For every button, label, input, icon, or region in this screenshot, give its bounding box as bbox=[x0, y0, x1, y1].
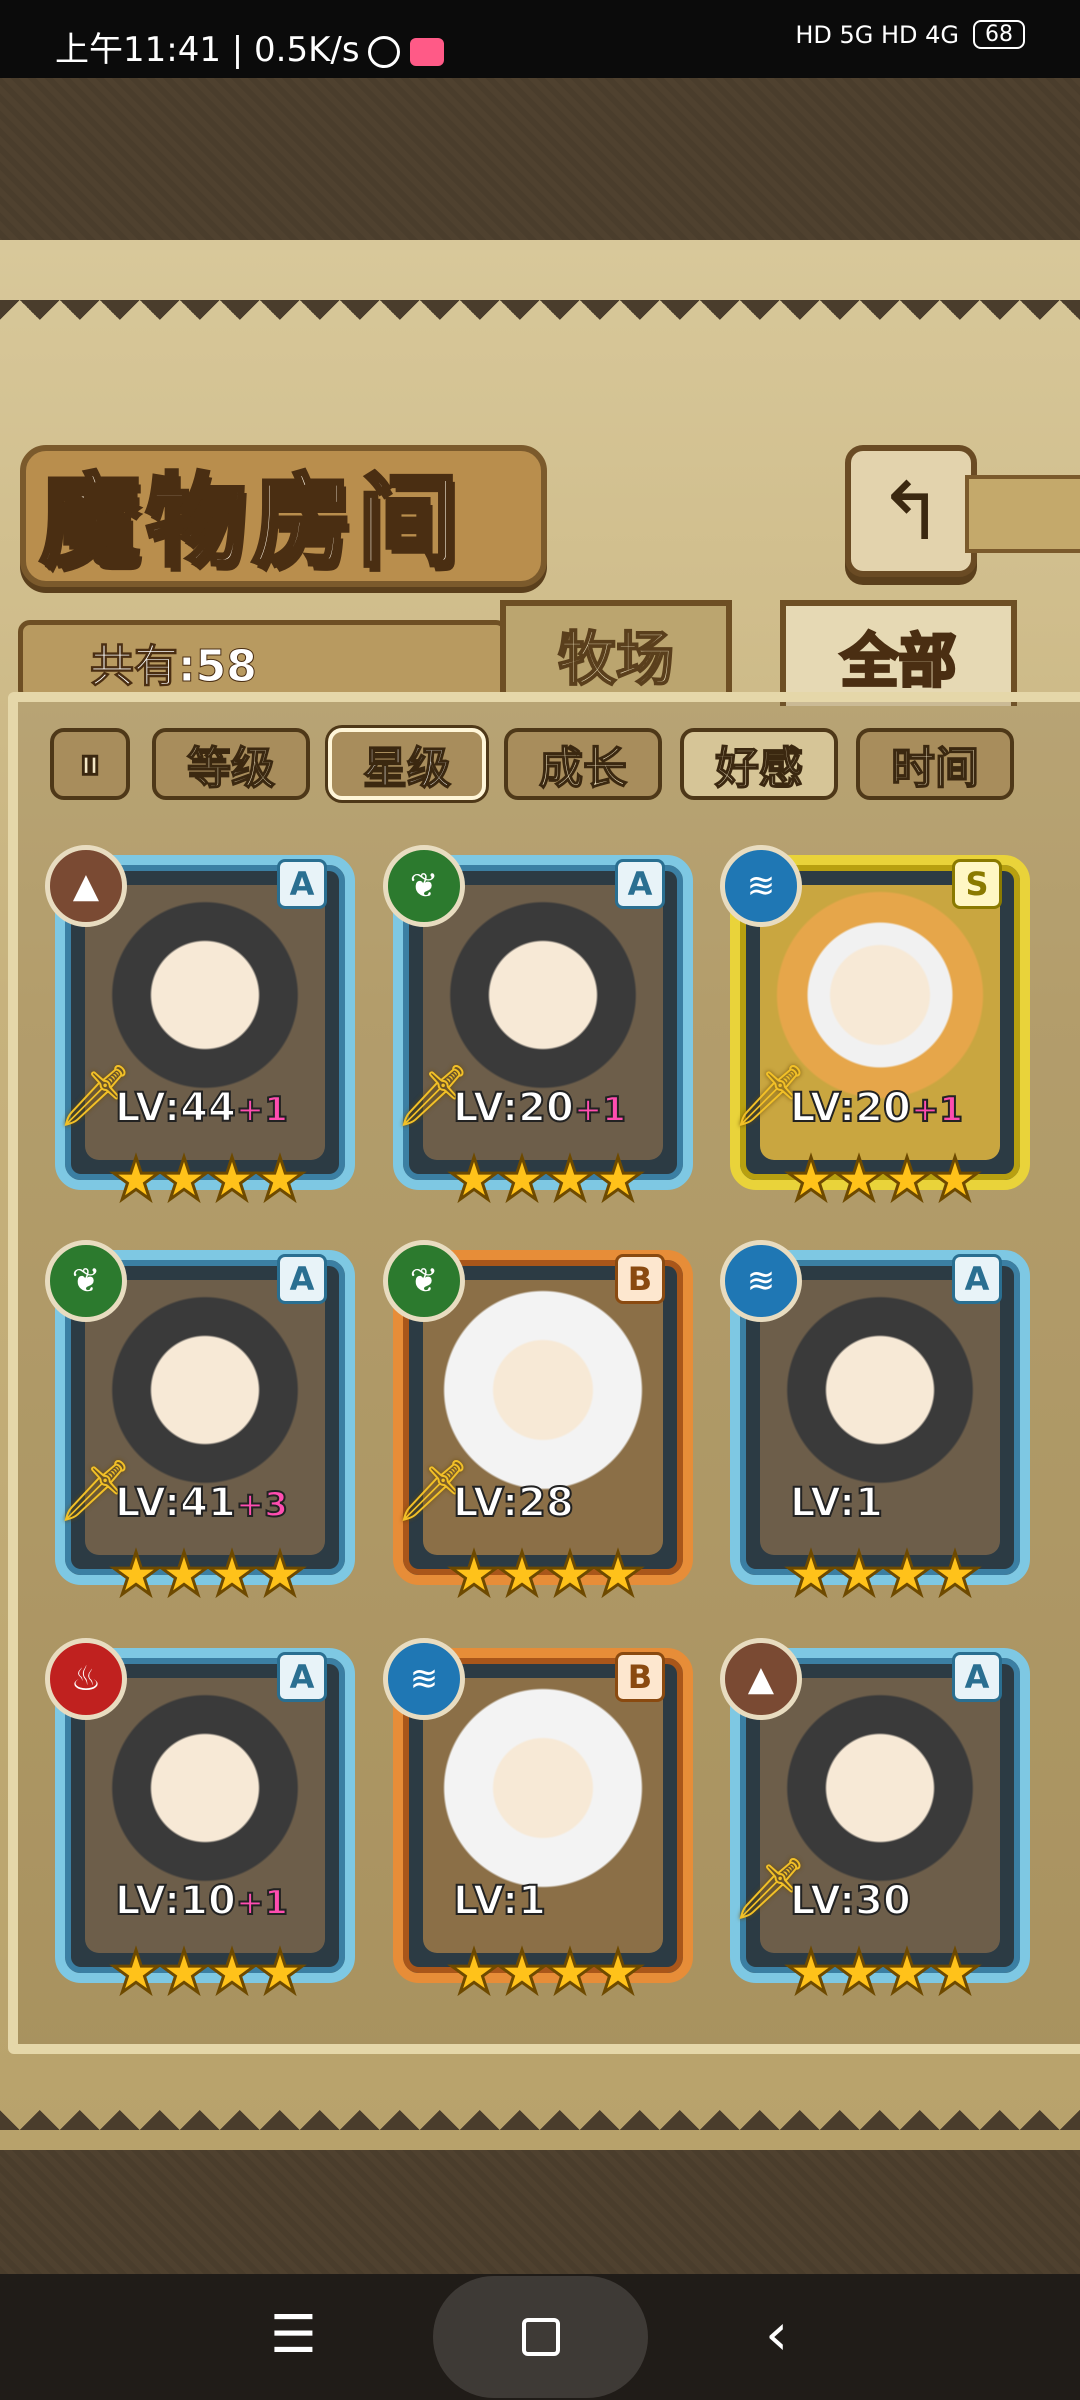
grade-badge: A bbox=[952, 1254, 1002, 1304]
level-label: LV:10+1 bbox=[114, 1877, 289, 1925]
grade-badge: B bbox=[615, 1254, 665, 1304]
water-element-icon: ≋ bbox=[383, 1638, 465, 1720]
level-label: LV:20+1 bbox=[789, 1084, 964, 1132]
level-bonus: +1 bbox=[573, 1089, 627, 1131]
monster-card[interactable]: ❦ A 🗡 LV:41+3 ★★★★ bbox=[45, 1240, 355, 1610]
level-label: LV:1 bbox=[452, 1877, 547, 1925]
status-time: 上午11:41 | 0.5K/s bbox=[55, 22, 444, 71]
page-title: 魔物房间 bbox=[38, 461, 464, 582]
star-rating: ★★★★ bbox=[784, 1937, 983, 2008]
filter-star[interactable]: 星级 bbox=[328, 728, 486, 800]
level-label: LV:20+1 bbox=[452, 1084, 627, 1132]
monster-card[interactable]: ♨ A LV:10+1 ★★★★ bbox=[45, 1638, 355, 2008]
battery-indicator: 68 bbox=[973, 20, 1025, 49]
fire-element-icon: ♨ bbox=[45, 1638, 127, 1720]
level-bonus: +1 bbox=[235, 1882, 289, 1924]
grade-badge: A bbox=[277, 1652, 327, 1702]
top-torn-edge bbox=[0, 300, 1080, 340]
monster-card[interactable]: ≋ B LV:1 ★★★★ bbox=[383, 1638, 693, 2008]
monster-count: 共有:58 bbox=[90, 641, 258, 693]
monster-card[interactable]: ❦ B 🗡 LV:28 ★★★★ bbox=[383, 1240, 693, 1610]
star-rating: ★★★★ bbox=[447, 1144, 646, 1215]
tab-all[interactable]: 全部 bbox=[780, 600, 1017, 706]
star-rating: ★★★★ bbox=[447, 1937, 646, 2008]
grade-badge: B bbox=[615, 1652, 665, 1702]
level-bonus: +1 bbox=[910, 1089, 964, 1131]
monster-card[interactable]: ≋ A LV:1 ★★★★ bbox=[720, 1240, 1030, 1610]
level-label: LV:30 bbox=[789, 1877, 912, 1925]
water-element-icon: ≋ bbox=[720, 1240, 802, 1322]
grade-badge: A bbox=[952, 1652, 1002, 1702]
star-rating: ★★★★ bbox=[784, 1144, 983, 1215]
filter-affection[interactable]: 好感 bbox=[680, 728, 838, 800]
network-indicator: HD 5G HD 4G bbox=[795, 20, 959, 49]
grade-badge: S bbox=[952, 859, 1002, 909]
grass-element-icon: ❦ bbox=[383, 1240, 465, 1322]
star-rating: ★★★★ bbox=[109, 1937, 308, 2008]
earth-element-icon: ▲ bbox=[45, 845, 127, 927]
water-element-icon: ≋ bbox=[720, 845, 802, 927]
filter-growth[interactable]: 成长 bbox=[504, 728, 662, 800]
star-rating: ★★★★ bbox=[447, 1539, 646, 1610]
monster-card[interactable]: ≋ S 🗡 LV:20+1 ★★★★ bbox=[720, 845, 1030, 1215]
grade-badge: A bbox=[277, 1254, 327, 1304]
filter-level[interactable]: 等级 bbox=[152, 728, 310, 800]
tab-ranch[interactable]: 牧场 bbox=[500, 600, 732, 701]
status-right: HD 5G HD 4G 68 bbox=[795, 20, 1025, 49]
status-bar: 上午11:41 | 0.5K/s HD 5G HD 4G 68 bbox=[0, 0, 1080, 78]
level-bonus: +3 bbox=[235, 1484, 289, 1526]
return-arrow-icon: ↰ bbox=[877, 464, 945, 558]
grass-element-icon: ❦ bbox=[383, 845, 465, 927]
alarm-icon bbox=[367, 35, 400, 68]
level-bonus: +1 bbox=[235, 1089, 289, 1131]
monster-card[interactable]: ▲ A 🗡 LV:44+1 ★★★★ bbox=[45, 845, 355, 1215]
star-rating: ★★★★ bbox=[109, 1539, 308, 1610]
sort-order-icon: ⏸ bbox=[78, 738, 102, 791]
back-nav-button[interactable]: ‹ bbox=[765, 2300, 788, 2368]
grade-badge: A bbox=[277, 859, 327, 909]
bottom-torn-edge bbox=[0, 2090, 1080, 2130]
grade-badge: A bbox=[615, 859, 665, 909]
grass-element-icon: ❦ bbox=[45, 1240, 127, 1322]
home-button[interactable] bbox=[433, 2276, 648, 2398]
app-notification-icon bbox=[409, 37, 444, 66]
filter-time[interactable]: 时间 bbox=[856, 728, 1014, 800]
level-label: LV:28 bbox=[452, 1479, 575, 1527]
recent-apps-button[interactable]: ☰ bbox=[270, 2305, 317, 2365]
back-button[interactable]: ↰ bbox=[845, 445, 977, 577]
rope-decoration bbox=[965, 475, 1080, 553]
monster-card[interactable]: ❦ A 🗡 LV:20+1 ★★★★ bbox=[383, 845, 693, 1215]
level-label: LV:1 bbox=[789, 1479, 884, 1527]
level-label: LV:41+3 bbox=[114, 1479, 289, 1527]
monster-card[interactable]: ▲ A 🗡 LV:30 ★★★★ bbox=[720, 1638, 1030, 2008]
sort-order-button[interactable]: ⏸ bbox=[50, 728, 130, 800]
home-icon bbox=[521, 2318, 560, 2356]
star-rating: ★★★★ bbox=[784, 1539, 983, 1610]
level-label: LV:44+1 bbox=[114, 1084, 289, 1132]
star-rating: ★★★★ bbox=[109, 1144, 308, 1215]
earth-element-icon: ▲ bbox=[720, 1638, 802, 1720]
